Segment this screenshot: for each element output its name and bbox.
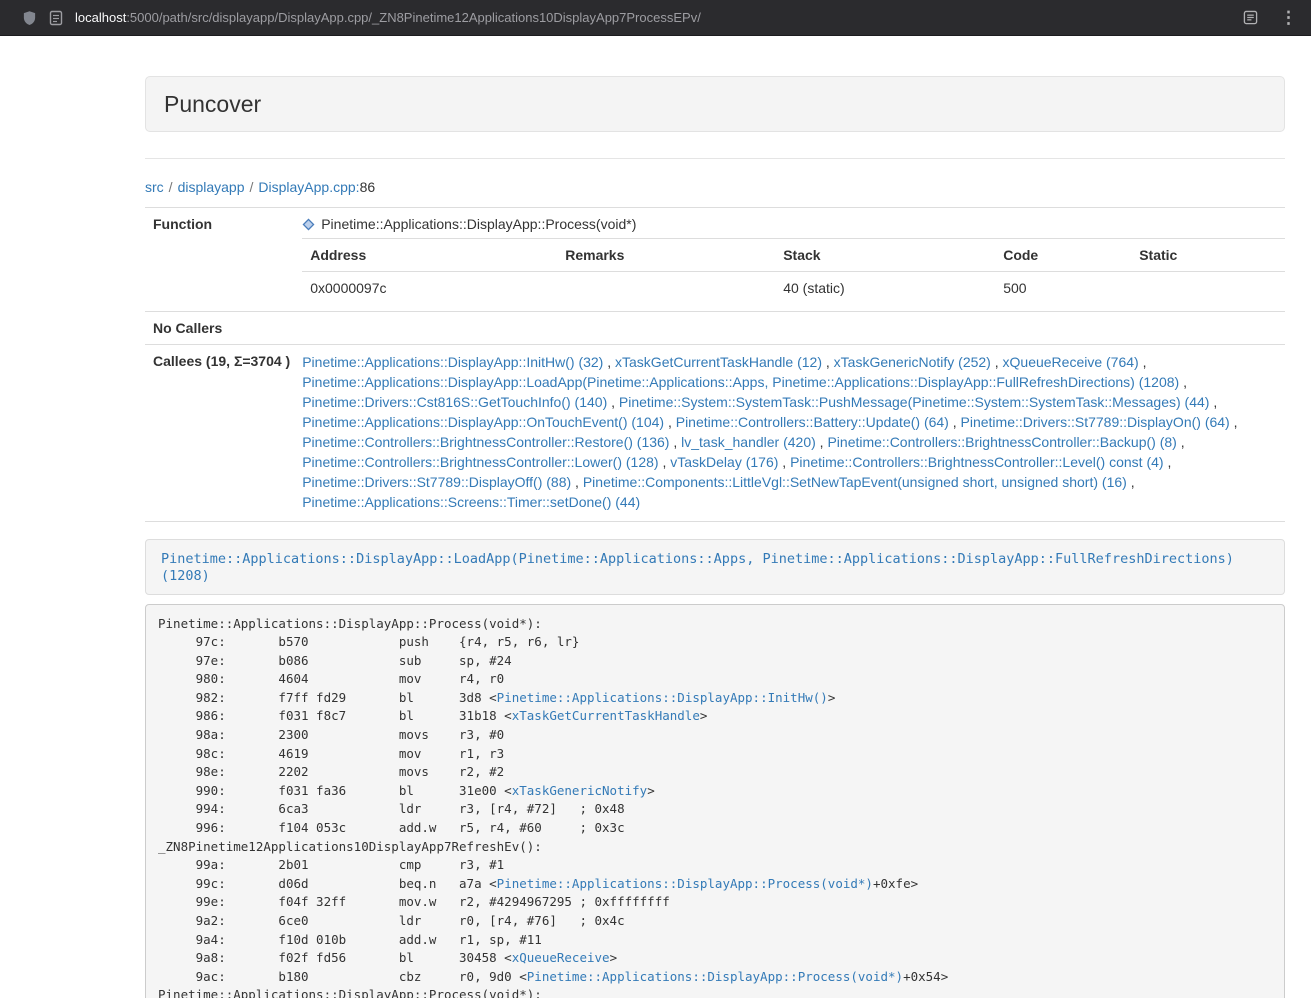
asm-line: Pinetime::Applications::DisplayApp::Proc… (158, 987, 542, 998)
function-row: Function Pinetime::Applications::Display… (145, 208, 1285, 312)
function-name-line: Pinetime::Applications::DisplayApp::Proc… (302, 213, 1285, 238)
page-info-icon[interactable] (49, 10, 63, 26)
disassembly-block: Pinetime::Applications::DisplayApp::Proc… (145, 604, 1285, 998)
callee-link[interactable]: xQueueReceive (764) (1003, 354, 1139, 370)
stats-static-value (1131, 272, 1285, 307)
url-bar[interactable]: localhost:5000/path/src/displayapp/Displ… (75, 10, 701, 25)
asm-line: 99c: d06d beq.n a7a <Pinetime::Applicati… (158, 876, 918, 891)
shield-icon[interactable] (22, 10, 37, 26)
asm-line: 996: f104 053c add.w r5, r4, #60 ; 0x3c (158, 820, 625, 835)
callee-link[interactable]: Pinetime::Controllers::BrightnessControl… (790, 454, 1163, 470)
url-host: localhost (75, 10, 126, 25)
function-stats-table: Address Remarks Stack Code Static 0x0000… (302, 238, 1285, 306)
stats-header-row: Address Remarks Stack Code Static (302, 239, 1285, 272)
asm-line: 98e: 2202 movs r2, #2 (158, 764, 504, 779)
no-callers-row: No Callers (145, 312, 1285, 345)
no-callers-label: No Callers (145, 312, 298, 345)
asm-symbol-link[interactable]: xTaskGenericNotify (512, 783, 647, 798)
asm-line: 9a4: f10d 010b add.w r1, sp, #11 (158, 932, 542, 947)
breadcrumb-file-link[interactable]: DisplayApp.cpp: (258, 179, 359, 195)
callee-link[interactable]: Pinetime::Applications::DisplayApp::OnTo… (302, 414, 664, 430)
asm-line: 97c: b570 push {r4, r5, r6, lr} (158, 634, 579, 649)
callees-row: Callees (19, Σ=3704 ) Pinetime::Applicat… (145, 345, 1285, 522)
callee-link[interactable]: Pinetime::Controllers::BrightnessControl… (302, 434, 669, 450)
asm-line: _ZN8Pinetime12Applications10DisplayApp7R… (158, 839, 542, 854)
breadcrumb: src/displayapp/DisplayApp.cpp:86 (145, 179, 1285, 195)
asm-line: 9ac: b180 cbz r0, 9d0 <Pinetime::Applica… (158, 969, 948, 984)
page-title: Puncover (164, 90, 1266, 118)
stats-header-static: Static (1131, 239, 1285, 272)
snippet-symbol-link[interactable]: Pinetime::Applications::DisplayApp::Load… (161, 551, 1234, 584)
callee-link[interactable]: Pinetime::Drivers::Cst816S::GetTouchInfo… (302, 394, 607, 410)
main-content: Puncover src/displayapp/DisplayApp.cpp:8… (145, 76, 1285, 998)
asm-line: 986: f031 f8c7 bl 31b18 <xTaskGetCurrent… (158, 708, 707, 723)
callee-link[interactable]: Pinetime::Controllers::BrightnessControl… (302, 454, 658, 470)
callees-label: Callees (19, Σ=3704 ) (145, 345, 298, 522)
asm-symbol-link[interactable]: Pinetime::Applications::DisplayApp::Init… (497, 690, 828, 705)
asm-symbol-link[interactable]: xTaskGetCurrentTaskHandle (512, 708, 700, 723)
function-symbol-icon (302, 218, 315, 231)
browser-toolbar-right: ⋮ (1221, 9, 1297, 26)
callee-link[interactable]: Pinetime::Applications::Screens::Timer::… (302, 494, 640, 510)
function-row-label: Function (145, 208, 298, 312)
breadcrumb-src-link[interactable]: src (145, 179, 164, 195)
asm-line: 97e: b086 sub sp, #24 (158, 653, 512, 668)
stats-address-value: 0x0000097c (302, 272, 557, 307)
stats-remarks-value (557, 272, 775, 307)
stats-header-code: Code (995, 239, 1131, 272)
callee-link[interactable]: xTaskGetCurrentTaskHandle (12) (615, 354, 822, 370)
asm-line: 990: f031 fa36 bl 31e00 <xTaskGenericNot… (158, 783, 655, 798)
stats-header-remarks: Remarks (557, 239, 775, 272)
asm-symbol-link[interactable]: Pinetime::Applications::DisplayApp::Proc… (527, 969, 903, 984)
function-name: Pinetime::Applications::DisplayApp::Proc… (321, 216, 636, 232)
callee-link[interactable]: Pinetime::Drivers::St7789::DisplayOn() (… (961, 414, 1230, 430)
asm-line: 98a: 2300 movs r3, #0 (158, 727, 504, 742)
asm-line: 994: 6ca3 ldr r3, [r4, #72] ; 0x48 (158, 801, 625, 816)
asm-symbol-link[interactable]: Pinetime::Applications::DisplayApp::Proc… (497, 876, 873, 891)
stats-code-value: 500 (995, 272, 1131, 307)
callee-link[interactable]: Pinetime::Controllers::BrightnessControl… (827, 434, 1176, 450)
function-info-table: Function Pinetime::Applications::Display… (145, 207, 1285, 522)
stats-header-address: Address (302, 239, 557, 272)
callee-link[interactable]: Pinetime::System::SystemTask::PushMessag… (619, 394, 1210, 410)
asm-line: 98c: 4619 mov r1, r3 (158, 746, 504, 761)
breadcrumb-separator: / (169, 179, 173, 195)
asm-symbol-link[interactable]: xQueueReceive (512, 950, 610, 965)
stats-header-stack: Stack (775, 239, 995, 272)
callee-link[interactable]: Pinetime::Applications::DisplayApp::Init… (302, 354, 603, 370)
snippet-panel: Pinetime::Applications::DisplayApp::Load… (145, 539, 1285, 595)
callee-link[interactable]: Pinetime::Applications::DisplayApp::Load… (302, 374, 1179, 390)
callee-link[interactable]: Pinetime::Components::LittleVgl::SetNewT… (583, 474, 1127, 490)
breadcrumb-line-number: 86 (360, 179, 376, 195)
breadcrumb-displayapp-link[interactable]: displayapp (178, 179, 245, 195)
asm-line: 9a8: f02f fd56 bl 30458 <xQueueReceive> (158, 950, 617, 965)
callee-link[interactable]: Pinetime::Drivers::St7789::DisplayOff() … (302, 474, 571, 490)
callee-link[interactable]: vTaskDelay (176) (670, 454, 778, 470)
breadcrumb-separator: / (250, 179, 254, 195)
no-callers-value (298, 312, 1285, 345)
asm-line: 99e: f04f 32ff mov.w r2, #4294967295 ; 0… (158, 894, 670, 909)
url-path: :5000/path/src/displayapp/DisplayApp.cpp… (126, 10, 701, 25)
callee-link[interactable]: xTaskGenericNotify (252) (834, 354, 991, 370)
stats-stack-value: 40 (static) (775, 272, 995, 307)
browser-chrome: localhost:5000/path/src/displayapp/Displ… (0, 0, 1311, 36)
callee-link[interactable]: lv_task_handler (420) (681, 434, 816, 450)
callee-link[interactable]: Pinetime::Controllers::Battery::Update()… (676, 414, 949, 430)
app-header: Puncover (145, 76, 1285, 132)
asm-line: 9a2: 6ce0 ldr r0, [r4, #76] ; 0x4c (158, 913, 625, 928)
divider (145, 158, 1285, 159)
reader-mode-icon[interactable] (1243, 10, 1258, 25)
stats-value-row: 0x0000097c 40 (static) 500 (302, 272, 1285, 307)
asm-line: 982: f7ff fd29 bl 3d8 <Pinetime::Applica… (158, 690, 835, 705)
asm-line: Pinetime::Applications::DisplayApp::Proc… (158, 616, 542, 631)
asm-line: 980: 4604 mov r4, r0 (158, 671, 504, 686)
callees-list: Pinetime::Applications::DisplayApp::Init… (298, 345, 1285, 522)
overflow-menu-icon[interactable]: ⋮ (1280, 9, 1297, 26)
asm-line: 99a: 2b01 cmp r3, #1 (158, 857, 504, 872)
